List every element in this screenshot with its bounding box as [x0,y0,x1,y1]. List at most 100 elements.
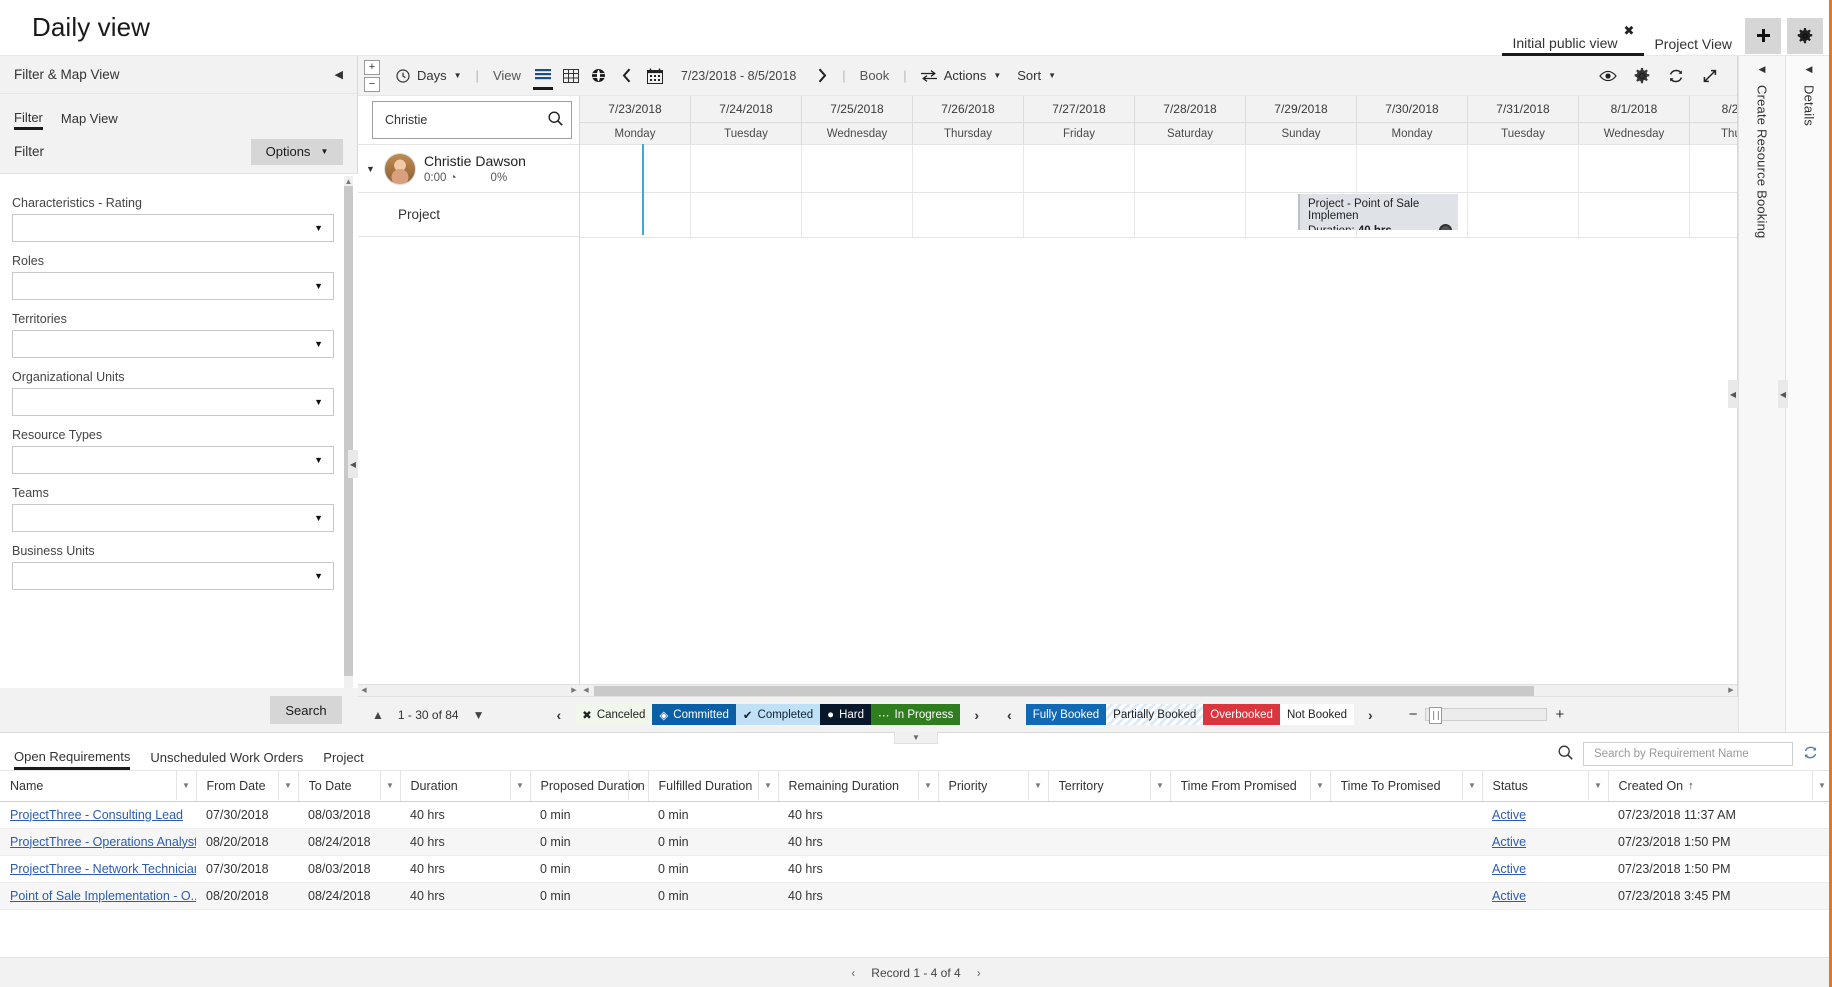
previous-period-button[interactable] [613,56,641,96]
column-filter-icon[interactable]: ▼ [176,771,196,800]
expand-panel-icon[interactable]: ◀ [1806,64,1813,75]
column-filter-icon[interactable]: ▼ [1028,771,1048,800]
cell-status[interactable]: Active [1482,801,1608,828]
table-row[interactable]: Point of Sale Implementation - O... 08/2… [0,882,1832,909]
calendar-icon[interactable] [641,56,669,96]
table-row[interactable]: ProjectThree - Consulting Lead 07/30/201… [0,801,1832,828]
column-header-remaining-duration[interactable]: Remaining Duration▼ [778,771,938,801]
column-filter-icon[interactable]: ▼ [1150,771,1170,800]
resource-column-scrollbar[interactable]: ◀ ▶ [358,684,580,696]
timeline-cell[interactable] [580,193,691,237]
field-characteristics-rating[interactable]: ▼ [12,214,334,242]
status-link[interactable]: Active [1492,808,1526,822]
legend-chip-not-booked[interactable]: Not Booked [1280,704,1354,725]
column-header-name[interactable]: Name▼ [0,771,196,801]
timeline-cell[interactable] [913,145,1024,192]
zoom-out-icon[interactable]: − [1409,706,1418,723]
scrollbar-thumb[interactable] [344,186,353,676]
timeline-cell[interactable] [802,193,913,237]
left-panel-resize-handle[interactable]: ◀ [348,450,358,478]
column-header-priority[interactable]: Priority▼ [938,771,1048,801]
search-icon[interactable] [1558,745,1573,763]
requirement-search-box[interactable] [1583,742,1793,766]
column-filter-icon[interactable]: ▼ [1462,771,1482,800]
column-filter-icon[interactable]: ▼ [510,771,530,800]
column-header-time-to-promised[interactable]: Time To Promised▼ [1330,771,1482,801]
column-header-from-date[interactable]: From Date▼ [196,771,298,801]
resource-search-input[interactable] [383,112,548,128]
tab-map-view[interactable]: Map View [61,111,118,130]
cell-status[interactable]: Active [1482,882,1608,909]
requirement-search-input[interactable] [1592,747,1784,761]
table-row[interactable]: ProjectThree - Network Technician 07/30/… [0,855,1832,882]
scrollbar-thumb[interactable] [594,686,1534,696]
field-roles[interactable]: ▼ [12,272,334,300]
legend-prev-booking[interactable]: ‹ [993,707,1026,723]
timeline-cell[interactable] [1690,145,1737,192]
timeline-cell[interactable] [1468,145,1579,192]
column-header-territory[interactable]: Territory▼ [1048,771,1170,801]
legend-chip-in-progress[interactable]: ⋯In Progress [871,704,960,725]
status-link[interactable]: Active [1492,862,1526,876]
expand-resource-icon[interactable]: ▼ [366,164,382,174]
timeline-cell[interactable] [691,145,802,192]
column-header-proposed-duration[interactable]: Proposed Duration▼ [530,771,648,801]
add-view-button[interactable] [1745,18,1781,54]
actions-menu[interactable]: Actions ▼ [913,56,1010,96]
column-filter-icon[interactable]: ▼ [1588,771,1608,800]
cell-status[interactable]: Active [1482,855,1608,882]
details-panel-resize-handle[interactable]: ◀ [1778,380,1788,408]
column-filter-icon[interactable]: ▼ [380,771,400,800]
view-tab-project-view[interactable]: Project View [1644,16,1742,56]
column-filter-icon[interactable]: ▼ [918,771,938,800]
expand-icon[interactable] [1693,56,1727,96]
map-view-icon[interactable] [585,56,613,96]
timeline-cell[interactable] [802,145,913,192]
booking-block[interactable]: Project - Point of Sale Implemen Duratio… [1298,194,1458,230]
timeline-cell[interactable] [1579,145,1690,192]
tab-filter[interactable]: Filter [14,110,43,130]
requirement-link[interactable]: ProjectThree - Consulting Lead [10,808,183,822]
column-header-to-date[interactable]: To Date▼ [298,771,400,801]
field-business-units[interactable]: ▼ [12,562,334,590]
expand-panel-icon[interactable]: ◀ [1759,64,1766,75]
timeline-cell[interactable] [691,193,802,237]
collapse-left-panel-icon[interactable]: ◀ [335,68,343,81]
field-territories[interactable]: ▼ [12,330,334,358]
close-icon[interactable]: ✖ [1624,24,1635,37]
tab-open-requirements[interactable]: Open Requirements [14,749,130,770]
tab-project[interactable]: Project [323,750,363,770]
column-header-created-on[interactable]: Created On↑▼ [1608,771,1832,801]
timeline-cell[interactable] [1246,145,1357,192]
refresh-icon[interactable] [1659,56,1693,96]
timeline-cell[interactable] [1135,145,1246,192]
details-panel[interactable]: ◀ Details [1785,56,1832,732]
timeline-scrollbar[interactable]: ◀ ▶ [580,684,1737,696]
panel-resize-handle[interactable]: ▼ [894,732,938,744]
timeline-cell[interactable] [1135,193,1246,237]
status-link[interactable]: Active [1492,835,1526,849]
status-link[interactable]: Active [1492,889,1526,903]
column-filter-icon[interactable]: ▼ [1310,771,1330,800]
column-filter-icon[interactable]: ▼ [758,771,778,800]
legend-chip-committed[interactable]: ◈Committed [652,704,735,725]
legend-prev-status[interactable]: ‹ [543,707,576,723]
resource-child-project[interactable]: Project [358,192,579,236]
book-button[interactable]: Book [852,68,898,83]
resource-row-christie-dawson[interactable]: ▼ Christie Dawson 0:00 ◔ 0% [358,144,579,192]
page-up-icon[interactable]: ▲ [372,708,384,722]
next-period-button[interactable] [808,56,836,96]
sort-menu[interactable]: Sort ▼ [1009,56,1064,96]
search-button[interactable]: Search [270,696,342,724]
previous-record-icon[interactable]: ‹ [851,966,855,980]
cell-name[interactable]: ProjectThree - Operations Analyst [0,828,196,855]
timeline-cell[interactable] [1690,193,1737,237]
eye-icon[interactable] [1591,56,1625,96]
field-resource-types[interactable]: ▼ [12,446,334,474]
timeline-cell[interactable] [1579,193,1690,237]
column-header-status[interactable]: Status▼ [1482,771,1608,801]
timeline-cell[interactable] [1024,193,1135,237]
view-tab-initial-public-view[interactable]: Initial public view ✖ [1502,16,1644,56]
next-record-icon[interactable]: › [977,966,981,980]
column-header-fulfilled-duration[interactable]: Fulfilled Duration▼ [648,771,778,801]
